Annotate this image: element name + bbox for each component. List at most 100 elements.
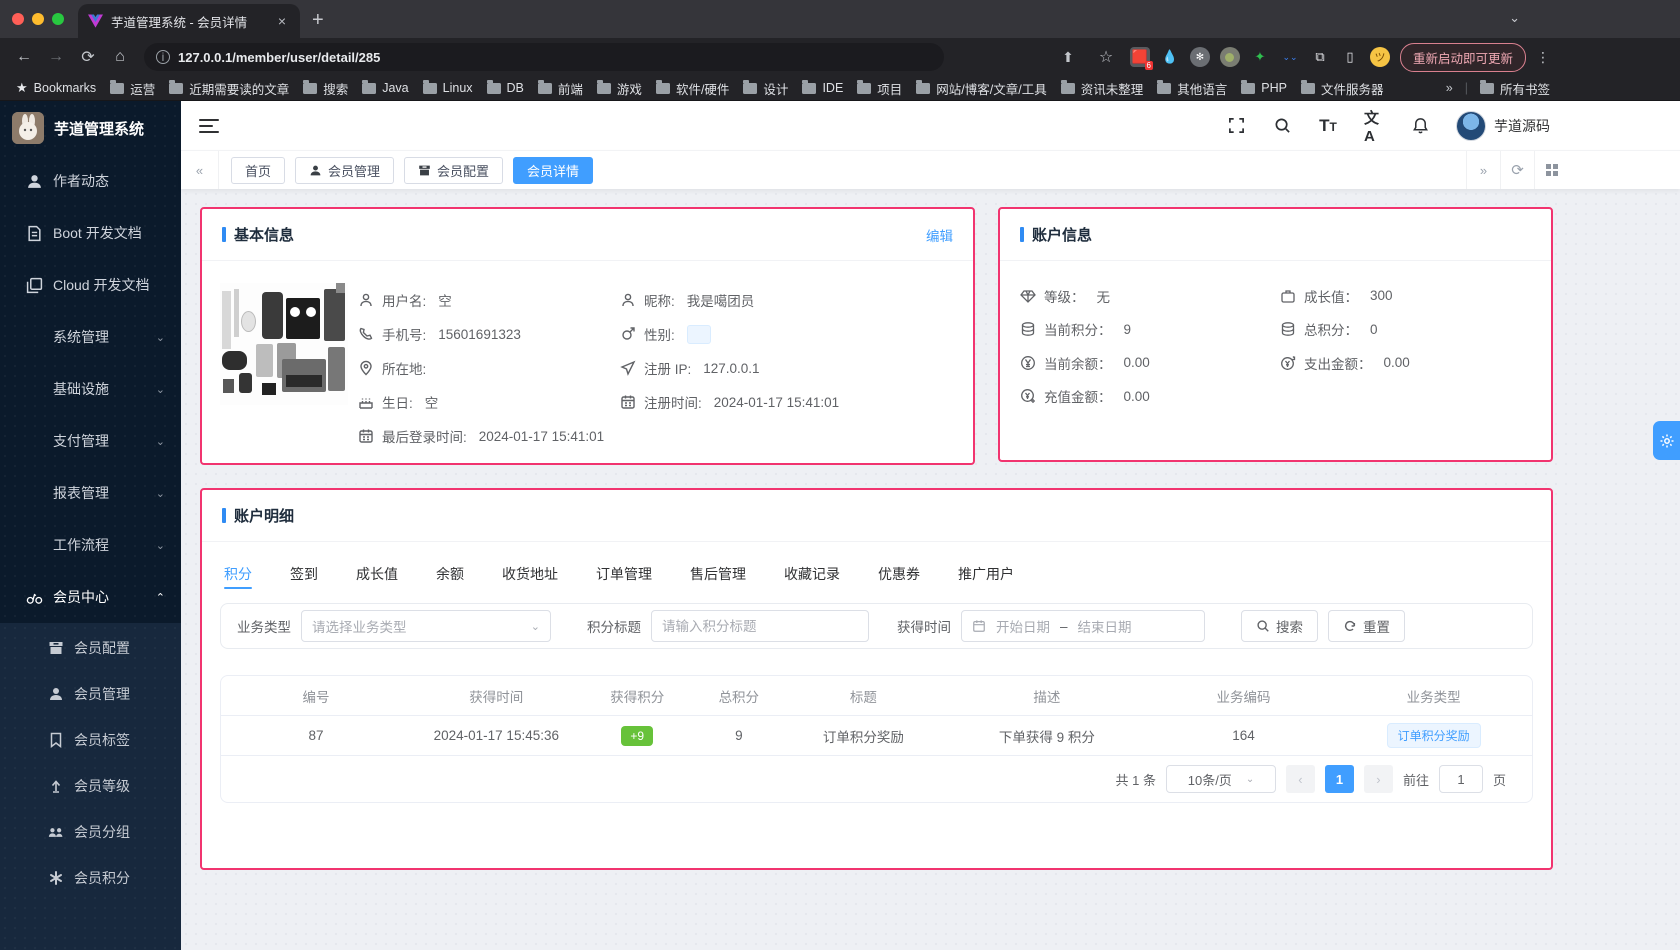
detail-tab[interactable]: 售后管理 bbox=[690, 554, 746, 593]
extension-drop-icon[interactable]: 💧 bbox=[1160, 47, 1180, 67]
bookmarks-overflow-icon[interactable]: » bbox=[1446, 81, 1453, 95]
page-size-select[interactable]: 10条/页 ⌄ bbox=[1165, 765, 1276, 793]
bookmark-folder[interactable]: IDE bbox=[802, 79, 843, 95]
sidebar-item-member-manage[interactable]: 会员管理 bbox=[0, 671, 181, 717]
sidebar-item-boot-docs[interactable]: Boot 开发文档 bbox=[0, 207, 181, 259]
window-minimize-button[interactable] bbox=[32, 13, 44, 25]
detail-tab[interactable]: 签到 bbox=[290, 554, 318, 593]
window-maximize-button[interactable] bbox=[52, 13, 64, 25]
forward-icon[interactable]: → bbox=[42, 43, 70, 71]
sidebar-item-member-config[interactable]: 会员配置 bbox=[0, 625, 181, 671]
sidebar-item-member-group[interactable]: 会员分组 bbox=[0, 809, 181, 855]
reset-button[interactable]: 重置 bbox=[1328, 610, 1405, 642]
date-range-picker[interactable]: 开始日期 – 结束日期 bbox=[961, 610, 1205, 642]
profile-avatar-icon[interactable]: ツ bbox=[1369, 47, 1390, 67]
theme-settings-button[interactable] bbox=[1653, 421, 1680, 460]
font-size-icon[interactable]: Tt bbox=[1318, 116, 1338, 136]
detail-tab[interactable]: 优惠券 bbox=[878, 554, 920, 593]
bookmarks-root[interactable]: ★ Bookmarks bbox=[16, 80, 96, 96]
sidebar-item-payment[interactable]: 支付管理 ⌄ bbox=[0, 415, 181, 467]
user-menu[interactable]: 芋道源码 bbox=[1456, 110, 1550, 141]
bookmark-folder[interactable]: 网站/博客/文章/工具 bbox=[916, 79, 1047, 98]
sidebar-item-system[interactable]: 系统管理 ⌄ bbox=[0, 311, 181, 363]
detail-tab[interactable]: 推广用户 bbox=[958, 554, 1014, 593]
extensions-puzzle-icon[interactable]: ⧉ bbox=[1310, 47, 1330, 67]
bookmark-folder[interactable]: 设计 bbox=[743, 79, 788, 98]
next-page-button[interactable]: › bbox=[1363, 765, 1393, 793]
bookmark-folder[interactable]: 前端 bbox=[537, 79, 583, 98]
window-close-button[interactable] bbox=[12, 13, 24, 25]
tags-scroll-right-icon[interactable]: » bbox=[1466, 151, 1500, 189]
tag-member-config[interactable]: 会员配置 bbox=[404, 156, 504, 184]
detail-tab[interactable]: 收藏记录 bbox=[784, 554, 840, 593]
sidebar-item-member-tag[interactable]: 会员标签 bbox=[0, 717, 181, 763]
table-row[interactable]: 87 2024-01-17 15:45:36 +9 9 订单积分奖励 下单获得 … bbox=[221, 716, 1532, 756]
tags-scroll-left-icon[interactable]: « bbox=[181, 151, 219, 189]
translate-icon[interactable]: 文A bbox=[1364, 110, 1384, 145]
extension-olive-icon[interactable] bbox=[1219, 47, 1240, 67]
bookmark-folder[interactable]: 文件服务器 bbox=[1300, 79, 1383, 98]
browser-menu-icon[interactable]: ⋮ bbox=[1536, 49, 1550, 66]
sidebar-item-member-center[interactable]: 会员中心 ⌃ bbox=[0, 571, 181, 623]
business-type-select[interactable]: 请选择业务类型 ⌄ bbox=[301, 610, 551, 642]
goto-page-input[interactable] bbox=[1438, 765, 1483, 793]
new-tab-button[interactable]: + bbox=[312, 9, 324, 32]
sidebar-item-member-level[interactable]: 会员等级 bbox=[0, 763, 181, 809]
detail-tab[interactable]: 收货地址 bbox=[502, 554, 558, 593]
bookmark-folder[interactable]: 其他语言 bbox=[1157, 79, 1227, 98]
bookmark-folder[interactable]: 项目 bbox=[857, 79, 902, 98]
detail-tab[interactable]: 余额 bbox=[436, 554, 464, 593]
back-icon[interactable]: ← bbox=[10, 43, 38, 71]
sidebar-item-infra[interactable]: 基础设施 ⌄ bbox=[0, 363, 181, 415]
detail-tab[interactable]: 成长值 bbox=[356, 554, 398, 593]
edit-button[interactable]: 编辑 bbox=[926, 225, 953, 245]
sidebar-item-workflow[interactable]: 工作流程 ⌄ bbox=[0, 519, 181, 571]
current-page-button[interactable]: 1 bbox=[1324, 765, 1354, 793]
extension-panel-icon[interactable]: ▯ bbox=[1340, 47, 1360, 67]
bookmark-folder[interactable]: 资讯未整理 bbox=[1060, 79, 1143, 98]
bookmark-folder[interactable]: 运营 bbox=[110, 79, 155, 98]
bookmark-folder[interactable]: 搜索 bbox=[303, 79, 348, 98]
extension-gray-icon[interactable]: ✻ bbox=[1189, 47, 1210, 67]
bookmark-folder[interactable]: 游戏 bbox=[596, 79, 642, 98]
all-bookmarks-folder[interactable]: 所有书签 bbox=[1479, 79, 1550, 98]
sidebar-item-report[interactable]: 报表管理 ⌄ bbox=[0, 467, 181, 519]
bookmark-star-icon[interactable]: ☆ bbox=[1092, 43, 1120, 71]
search-icon[interactable] bbox=[1272, 116, 1292, 136]
bookmark-folder[interactable]: Java bbox=[362, 79, 409, 95]
bookmark-folder[interactable]: PHP bbox=[1241, 79, 1287, 95]
home-icon[interactable]: ⌂ bbox=[106, 43, 134, 71]
tab-close-icon[interactable]: × bbox=[274, 13, 290, 29]
browser-tab[interactable]: 芋道管理系统 - 会员详情 × bbox=[78, 4, 300, 38]
sidebar-item-member-points[interactable]: 会员积分 bbox=[0, 855, 181, 901]
bookmark-folder[interactable]: 近期需要读的文章 bbox=[169, 79, 289, 98]
tag-home[interactable]: 首页 bbox=[231, 156, 286, 184]
browser-update-button[interactable]: 重新启动即可更新 bbox=[1399, 42, 1526, 72]
notification-bell-icon[interactable] bbox=[1410, 116, 1430, 136]
sidebar-item-author-news[interactable]: 作者动态 bbox=[0, 155, 181, 207]
detail-tab[interactable]: 订单管理 bbox=[596, 554, 652, 593]
points-title-input[interactable] bbox=[651, 610, 869, 642]
bookmark-folder[interactable]: DB bbox=[486, 79, 524, 95]
search-button[interactable]: 搜索 bbox=[1241, 610, 1318, 642]
fullscreen-icon[interactable] bbox=[1226, 116, 1246, 136]
collapse-menu-icon[interactable] bbox=[199, 118, 219, 133]
bookmark-folder[interactable]: Linux bbox=[422, 79, 473, 95]
tag-member-detail[interactable]: 会员详情 bbox=[513, 156, 594, 184]
extension-star-icon[interactable]: ✦ bbox=[1250, 47, 1270, 67]
reload-icon[interactable]: ⟳ bbox=[74, 43, 102, 71]
app-logo[interactable]: 芋道管理系统 bbox=[0, 101, 181, 155]
extension-chevrons-icon[interactable]: ⌄⌄ bbox=[1280, 47, 1300, 67]
tags-menu-grid-icon[interactable] bbox=[1534, 151, 1568, 189]
tags-refresh-icon[interactable]: ⟳ bbox=[1500, 151, 1534, 189]
tag-member-manage[interactable]: 会员管理 bbox=[295, 156, 395, 184]
sidebar-item-cloud-docs[interactable]: Cloud 开发文档 bbox=[0, 259, 181, 311]
detail-tab[interactable]: 积分 bbox=[224, 554, 252, 593]
tab-search-chevron-icon[interactable]: ⌄ bbox=[1509, 10, 1520, 26]
extension-adblock-icon[interactable]: 🟥 6 bbox=[1129, 47, 1153, 70]
prev-page-button[interactable]: ‹ bbox=[1285, 765, 1315, 793]
address-bar[interactable]: i 127.0.0.1/member/user/detail/285 bbox=[144, 43, 944, 71]
share-icon[interactable]: ⬆ bbox=[1054, 43, 1082, 71]
bookmark-folder[interactable]: 软件/硬件 bbox=[655, 79, 729, 98]
site-info-icon[interactable]: i bbox=[156, 50, 170, 64]
